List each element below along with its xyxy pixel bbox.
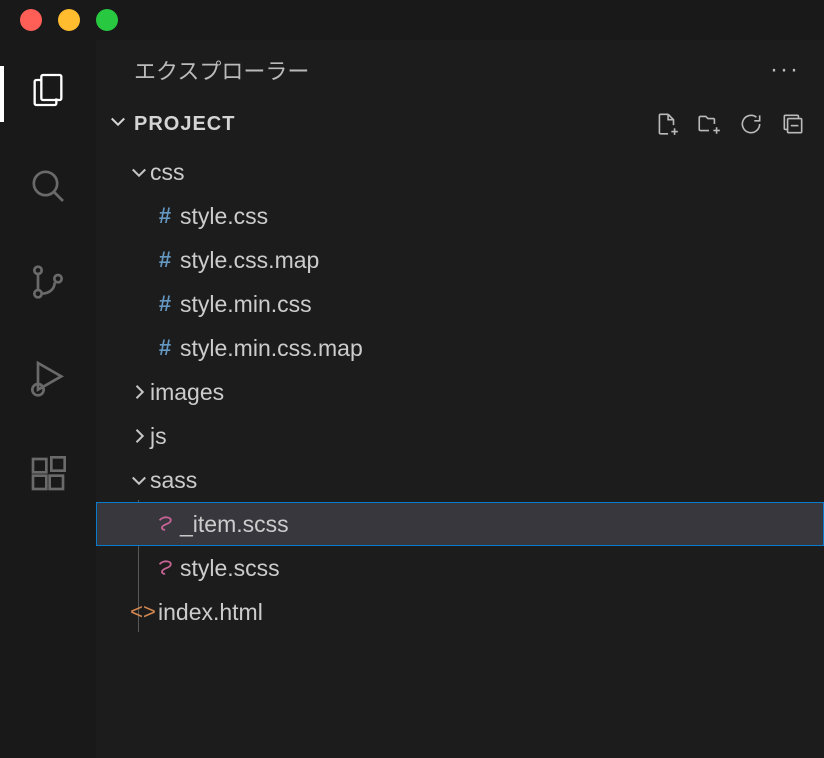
refresh-icon[interactable]	[738, 111, 764, 137]
new-folder-icon[interactable]	[696, 111, 722, 137]
chevron-down-icon	[128, 162, 150, 182]
chevron-down-icon	[128, 470, 150, 490]
source-control-icon[interactable]	[24, 258, 72, 306]
folder-label: sass	[150, 467, 197, 494]
file-style-min-css-map[interactable]: # style.min.css.map	[96, 326, 824, 370]
chevron-down-icon	[108, 111, 128, 137]
file-label: style.min.css	[180, 291, 312, 318]
file-style-css-map[interactable]: # style.css.map	[96, 238, 824, 282]
css-file-icon: #	[150, 335, 180, 361]
project-label: PROJECT	[134, 113, 235, 136]
sass-file-icon	[150, 513, 180, 535]
folder-label: css	[150, 159, 185, 186]
new-file-icon[interactable]	[654, 111, 680, 137]
run-debug-icon[interactable]	[24, 354, 72, 402]
folder-images[interactable]: images	[96, 370, 824, 414]
file-style-css[interactable]: # style.css	[96, 194, 824, 238]
sass-file-icon	[150, 557, 180, 579]
file-item-scss[interactable]: _item.scss	[96, 502, 824, 546]
window-close-button[interactable]	[20, 9, 42, 31]
file-label: style.min.css.map	[180, 335, 363, 362]
file-label: _item.scss	[180, 511, 289, 538]
file-style-scss[interactable]: style.scss	[96, 546, 824, 590]
css-file-icon: #	[150, 203, 180, 229]
explorer-header: エクスプローラー ···	[96, 40, 824, 100]
css-file-icon: #	[150, 247, 180, 273]
more-actions-icon[interactable]: ···	[770, 56, 800, 84]
file-index-html[interactable]: <> index.html	[96, 590, 824, 634]
window-minimize-button[interactable]	[58, 9, 80, 31]
chevron-right-icon	[128, 382, 150, 402]
explorer-sidebar: エクスプローラー ··· PROJECT	[96, 40, 824, 758]
project-section-header[interactable]: PROJECT	[96, 100, 824, 148]
explorer-icon[interactable]	[24, 66, 72, 114]
file-tree: css # style.css # style.css.map # style.…	[96, 148, 824, 634]
folder-js[interactable]: js	[96, 414, 824, 458]
activity-indicator	[0, 66, 4, 122]
css-file-icon: #	[150, 291, 180, 317]
file-label: index.html	[158, 599, 263, 626]
file-label: style.scss	[180, 555, 280, 582]
html-file-icon: <>	[128, 599, 158, 625]
activity-bar	[0, 40, 96, 758]
window-titlebar	[0, 0, 824, 40]
chevron-right-icon	[128, 426, 150, 446]
folder-label: js	[150, 423, 167, 450]
file-label: style.css.map	[180, 247, 319, 274]
folder-css[interactable]: css	[96, 150, 824, 194]
folder-sass[interactable]: sass	[96, 458, 824, 502]
extensions-icon[interactable]	[24, 450, 72, 498]
file-style-min-css[interactable]: # style.min.css	[96, 282, 824, 326]
search-icon[interactable]	[24, 162, 72, 210]
explorer-title: エクスプローラー	[134, 54, 309, 86]
file-label: style.css	[180, 203, 268, 230]
collapse-all-icon[interactable]	[780, 111, 806, 137]
window-maximize-button[interactable]	[96, 9, 118, 31]
folder-label: images	[150, 379, 224, 406]
